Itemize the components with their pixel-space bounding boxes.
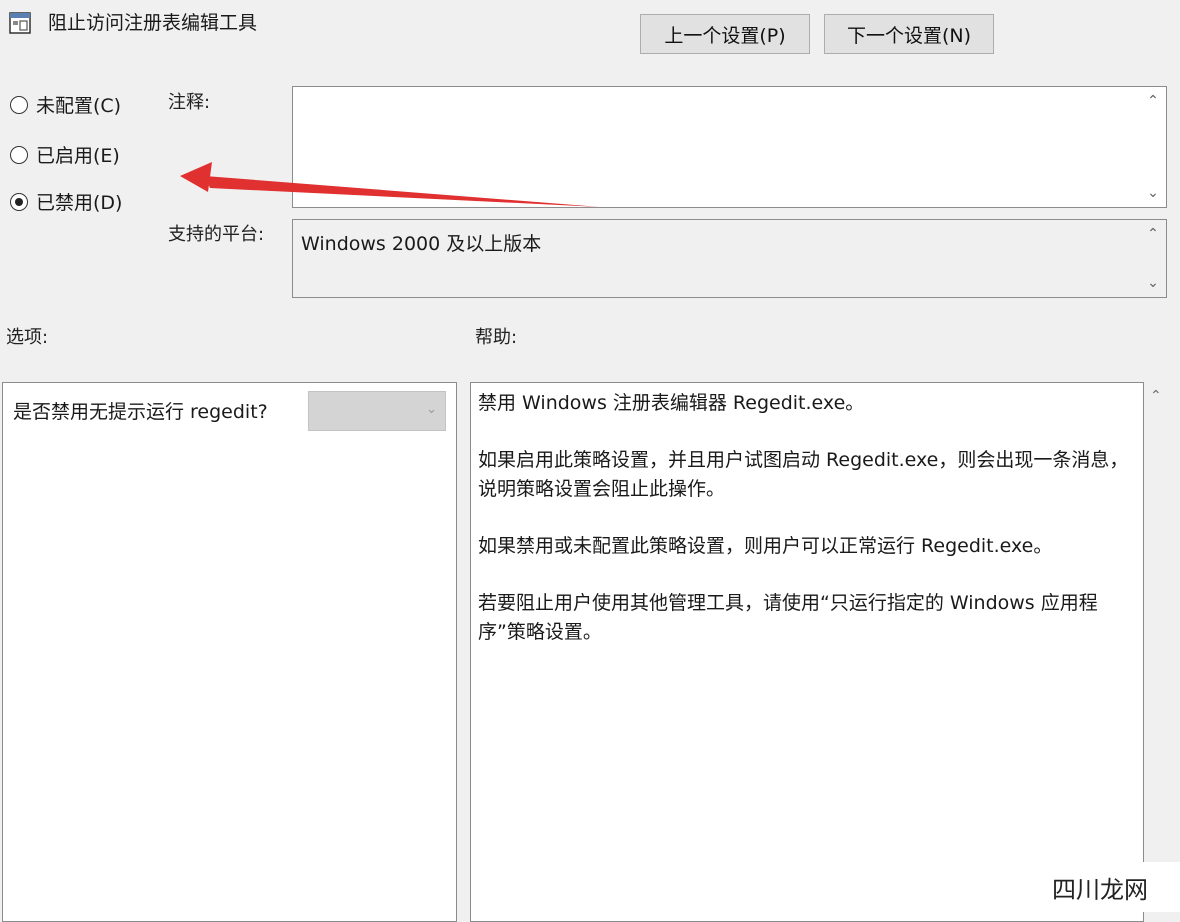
platform-label: 支持的平台: bbox=[168, 224, 265, 245]
platform-scrollbar[interactable]: ⌃ ⌄ bbox=[1140, 220, 1166, 297]
scroll-up-icon[interactable]: ⌃ bbox=[1140, 93, 1166, 109]
radio-enabled-circle[interactable] bbox=[10, 145, 28, 164]
options-pane: 是否禁用无提示运行 regedit? ⌄ bbox=[2, 382, 457, 922]
previous-setting-button[interactable]: 上一个设置(P) bbox=[640, 14, 810, 54]
watermark: 四川龙网 bbox=[1020, 862, 1180, 912]
scroll-up-icon[interactable]: ⌃ bbox=[1150, 388, 1162, 404]
help-paragraph: 若要阻止用户使用其他管理工具，请使用“只运行指定的 Windows 应用程序”策… bbox=[478, 592, 1098, 643]
comment-label: 注释: bbox=[168, 92, 211, 113]
annotation-arrow-head bbox=[180, 162, 212, 192]
policy-window-icon bbox=[9, 12, 31, 34]
help-pane: 禁用 Windows 注册表编辑器 Regedit.exe。 如果启用此策略设置… bbox=[470, 382, 1144, 922]
radio-disabled[interactable]: 已禁用(D) bbox=[10, 188, 122, 215]
chevron-down-icon: ⌄ bbox=[426, 402, 437, 417]
radio-disabled-circle[interactable] bbox=[10, 192, 28, 211]
comment-textarea[interactable]: ⌃ ⌄ bbox=[292, 86, 1167, 208]
scroll-up-icon[interactable]: ⌃ bbox=[1140, 226, 1166, 242]
help-text: 禁用 Windows 注册表编辑器 Regedit.exe。 如果启用此策略设置… bbox=[478, 389, 1138, 675]
platform-textbox: Windows 2000 及以上版本 ⌃ ⌄ bbox=[292, 219, 1167, 298]
platform-value: Windows 2000 及以上版本 bbox=[301, 233, 542, 255]
radio-not-configured[interactable]: 未配置(C) bbox=[10, 91, 121, 118]
radio-not-configured-label: 未配置(C) bbox=[36, 95, 122, 117]
help-paragraph: 如果禁用或未配置此策略设置，则用户可以正常运行 Regedit.exe。 bbox=[478, 535, 1053, 557]
comment-scrollbar[interactable]: ⌃ ⌄ bbox=[1140, 87, 1166, 207]
disable-silent-regedit-label: 是否禁用无提示运行 regedit? bbox=[13, 401, 268, 423]
help-paragraph: 禁用 Windows 注册表编辑器 Regedit.exe。 bbox=[478, 392, 865, 414]
window-title: 阻止访问注册表编辑工具 bbox=[48, 12, 258, 34]
help-paragraph: 如果启用此策略设置，并且用户试图启动 Regedit.exe，则会出现一条消息，… bbox=[478, 449, 1129, 500]
radio-enabled-label: 已启用(E) bbox=[36, 145, 120, 167]
scroll-down-icon[interactable]: ⌄ bbox=[1140, 185, 1166, 201]
scroll-down-icon[interactable]: ⌄ bbox=[1140, 275, 1166, 291]
disable-silent-regedit-select[interactable]: ⌄ bbox=[308, 391, 446, 431]
radio-disabled-label: 已禁用(D) bbox=[36, 192, 123, 214]
help-section-label: 帮助: bbox=[475, 327, 518, 348]
options-section-label: 选项: bbox=[6, 327, 49, 348]
radio-selected-dot bbox=[15, 197, 23, 206]
next-setting-button[interactable]: 下一个设置(N) bbox=[824, 14, 994, 54]
radio-not-configured-circle[interactable] bbox=[10, 95, 28, 114]
radio-enabled[interactable]: 已启用(E) bbox=[10, 141, 120, 168]
